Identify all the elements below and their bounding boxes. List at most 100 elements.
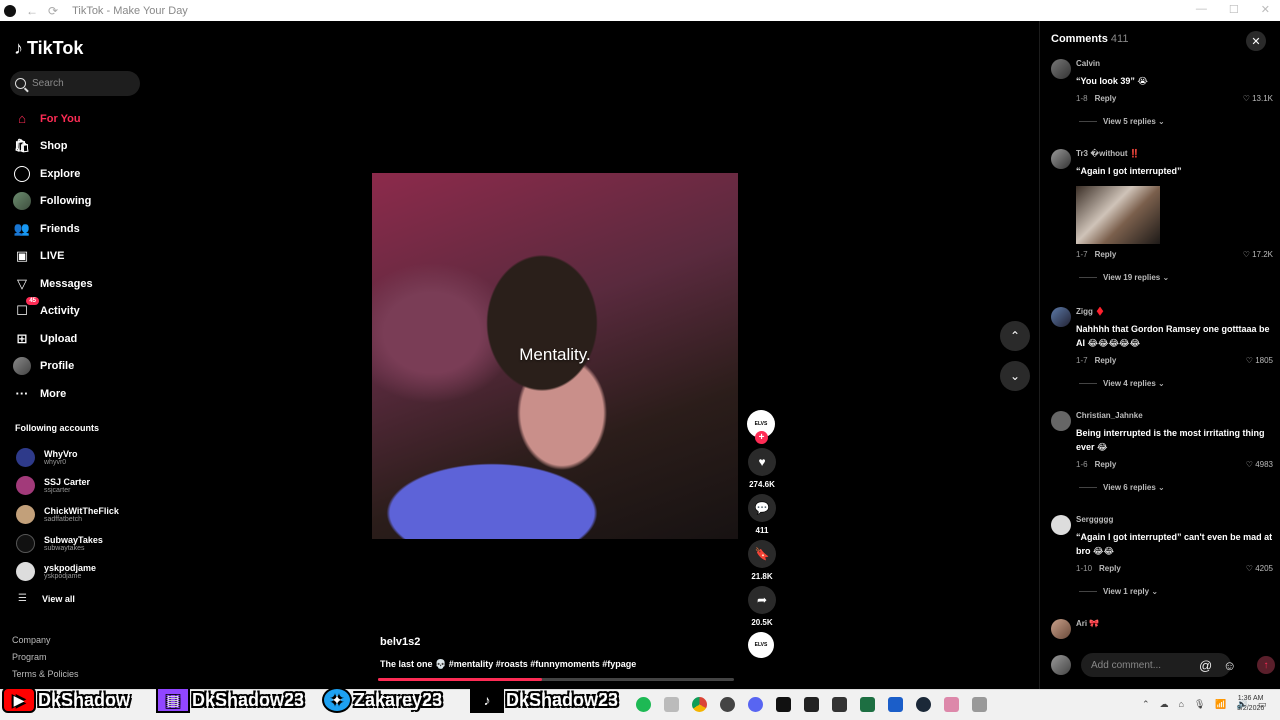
app-icon[interactable] [888, 697, 903, 712]
following-account[interactable]: ChickWitTheFlick sadffatbetch [16, 500, 119, 529]
add-comment-bar: Add comment... @ ☺ ↑ [1051, 652, 1275, 678]
nav-item-explore[interactable]: Explore [13, 160, 93, 188]
comment-meta: 1-8 Reply ♡ 13.1K [1076, 94, 1273, 103]
avatar[interactable] [1051, 619, 1071, 639]
nav-item-profile[interactable]: Profile [13, 353, 93, 381]
program-link[interactable]: Program [12, 649, 79, 666]
like-action[interactable]: ♥ 274.6K [747, 448, 777, 494]
app-icon[interactable] [664, 697, 679, 712]
avatar[interactable] [1051, 515, 1071, 535]
following-account[interactable]: SubwayTakes subwaytakes [16, 529, 119, 558]
youtube-handle: DkShadow [38, 689, 131, 710]
spotify-icon[interactable] [636, 697, 651, 712]
compass-icon [13, 165, 31, 183]
app-icon[interactable] [720, 697, 735, 712]
send-comment-button[interactable]: ↑ [1257, 656, 1275, 674]
comment-user[interactable]: Christian_Jahnke [1076, 411, 1273, 420]
comment-date: 1-7 [1076, 356, 1088, 365]
comment-user[interactable]: Tr3 �without ‼️ [1076, 149, 1273, 158]
reply-button[interactable]: Reply [1095, 94, 1117, 103]
app-icon[interactable] [944, 697, 959, 712]
tiktok-taskbar-icon[interactable] [776, 697, 791, 712]
excel-icon[interactable] [860, 697, 875, 712]
taskbar-clock[interactable]: 1:36 AM 3/2/2026 [1237, 694, 1264, 714]
nav-item-following[interactable]: Following [13, 188, 93, 216]
steam-icon[interactable] [916, 697, 931, 712]
app-icon[interactable] [972, 697, 987, 712]
chevron-up-icon[interactable]: ⌃ [1142, 699, 1150, 710]
network-icon[interactable]: ⌂ [1179, 699, 1184, 710]
reply-button[interactable]: Reply [1099, 564, 1121, 573]
following-account[interactable]: WhyVro whyvr0 [16, 443, 119, 472]
avatar[interactable] [1051, 59, 1071, 79]
tiktok-logo[interactable]: ♪ TikTok [14, 38, 83, 59]
comment-user[interactable]: Zigg ♦️ [1076, 307, 1273, 316]
follow-plus-icon[interactable]: + [755, 431, 768, 444]
reply-button[interactable]: Reply [1095, 460, 1117, 469]
following-account[interactable]: SSJ Carter ssjcarter [16, 472, 119, 501]
close-comments-button[interactable]: ✕ [1246, 31, 1266, 51]
share-icon[interactable]: ➦ [748, 586, 776, 614]
share-action[interactable]: ➦ 20.5K [747, 586, 777, 632]
nav-item-more[interactable]: ··· More [13, 380, 93, 408]
comment-user[interactable]: Calvin [1076, 59, 1273, 68]
company-link[interactable]: Company [12, 632, 79, 649]
emoji-icon[interactable]: ☺ [1223, 658, 1236, 673]
next-video-button[interactable]: ⌄ [1000, 361, 1030, 391]
video-username[interactable]: belv1s2 [380, 636, 420, 648]
view-replies-button[interactable]: View 4 replies ⌄ [1079, 379, 1273, 388]
nav-item-activity[interactable]: ☐ 45 Activity [13, 297, 93, 326]
chrome-icon[interactable] [692, 697, 707, 712]
view-all-button[interactable]: ☰ View all [18, 593, 75, 604]
nav-item-upload[interactable]: ⊞ Upload [13, 325, 93, 353]
following-account[interactable]: yskpodjame yskpodjame [16, 557, 119, 586]
view-replies-button[interactable]: View 6 replies ⌄ [1079, 483, 1273, 492]
view-replies-button[interactable]: View 19 replies ⌄ [1079, 273, 1273, 282]
comment-like-button[interactable]: ♡ 4205 [1246, 564, 1273, 573]
reply-button[interactable]: Reply [1095, 250, 1117, 259]
comment-meta: 1-7 Reply ♡ 17.2K [1076, 250, 1273, 259]
nav-item-shop[interactable]: 🛍 Shop [13, 133, 93, 161]
view-replies-button[interactable]: View 5 replies ⌄ [1079, 117, 1273, 126]
nav-item-for-you[interactable]: ⌂ For You [13, 105, 93, 133]
mic-icon[interactable]: 🎙 [1194, 699, 1205, 710]
comment-user[interactable]: Ari 🎀 [1076, 619, 1273, 628]
music-disc-icon[interactable]: ELVS [748, 632, 774, 658]
minimize-button[interactable]: — [1196, 3, 1207, 16]
comment-like-button[interactable]: ♡ 1805 [1246, 356, 1273, 365]
reply-button[interactable]: Reply [1095, 356, 1117, 365]
save-action[interactable]: 🔖 21.8K [747, 540, 777, 586]
discord-icon[interactable] [748, 697, 763, 712]
comment-icon[interactable]: 💬 [748, 494, 776, 522]
app-icon[interactable] [804, 697, 819, 712]
comment-user[interactable]: Serggggg [1076, 515, 1273, 524]
avatar[interactable] [1051, 149, 1071, 169]
wifi-icon[interactable]: 📶 [1215, 699, 1226, 710]
avatar[interactable] [1051, 411, 1071, 431]
nav-item-messages[interactable]: ▽ Messages [13, 270, 93, 298]
comment-like-button[interactable]: ♡ 13.1K [1243, 94, 1273, 103]
bookmark-icon[interactable]: 🔖 [748, 540, 776, 568]
cloud-icon[interactable]: ☁ [1160, 699, 1169, 710]
maximize-button[interactable]: ☐ [1229, 3, 1239, 16]
mention-icon[interactable]: @ [1199, 658, 1212, 673]
comment-like-button[interactable]: ♡ 17.2K [1243, 250, 1273, 259]
previous-video-button[interactable]: ⌃ [1000, 321, 1030, 351]
live-icon: ▣ [15, 248, 29, 264]
comment-action[interactable]: 💬 411 [747, 494, 777, 540]
back-icon[interactable]: ← [26, 4, 38, 18]
comment-image[interactable] [1076, 186, 1160, 244]
nav-item-live[interactable]: ▣ LIVE [13, 243, 93, 271]
nav-item-friends[interactable]: 👥 Friends [13, 215, 93, 243]
heart-icon[interactable]: ♥ [748, 448, 776, 476]
close-window-button[interactable]: ✕ [1261, 3, 1270, 16]
youtube-overlay: ▶ DkShadow [2, 680, 130, 720]
creator-avatar[interactable]: ELVS + [747, 410, 775, 444]
search-input[interactable]: Search [10, 71, 140, 96]
comment-like-button[interactable]: ♡ 4983 [1246, 460, 1273, 469]
avatar[interactable] [1051, 307, 1071, 327]
reload-icon[interactable]: ⟳ [48, 4, 58, 18]
capcut-icon[interactable] [832, 697, 847, 712]
view-replies-button[interactable]: View 1 reply ⌄ [1079, 587, 1273, 596]
video-player[interactable]: Mentality. [372, 173, 738, 539]
